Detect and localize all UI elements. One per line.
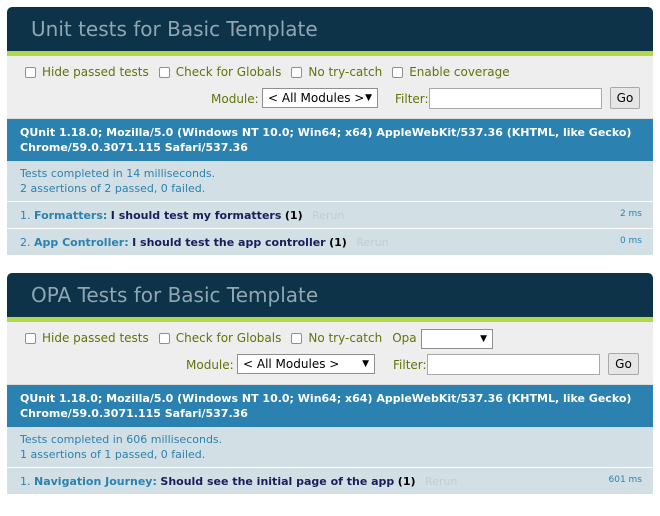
checkbox-box[interactable]: [25, 66, 36, 78]
test-module[interactable]: Navigation Journey:: [34, 475, 157, 488]
test-name[interactable]: I should test my formatters: [111, 209, 282, 222]
test-runtime: 0 ms: [619, 236, 642, 246]
test-results-summary: Tests completed in 14 milliseconds. 2 as…: [7, 161, 653, 202]
qunit-toolbar: Hide passed tests Check for Globals No t…: [7, 322, 653, 385]
assertion-count: (1): [329, 236, 347, 249]
rerun-link[interactable]: Rerun: [312, 209, 344, 222]
no-try-catch-checkbox[interactable]: No try-catch: [291, 331, 382, 345]
module-select[interactable]: < All Modules > ▼: [262, 88, 378, 108]
hide-passed-checkbox[interactable]: Hide passed tests: [25, 331, 149, 345]
filter-label: Filter:: [393, 358, 427, 372]
suite-title[interactable]: OPA Tests for Basic Template: [31, 283, 318, 307]
user-agent: QUnit 1.18.0; Mozilla/5.0 (Windows NT 10…: [7, 119, 653, 161]
test-row[interactable]: 1. Formatters: I should test my formatte…: [7, 202, 653, 229]
checkbox-box[interactable]: [392, 66, 404, 78]
assertion-count: (1): [284, 209, 303, 222]
enable-coverage-checkbox[interactable]: Enable coverage: [392, 65, 510, 79]
test-module[interactable]: App Controller:: [34, 236, 129, 249]
rerun-link[interactable]: Rerun: [425, 475, 457, 488]
check-globals-checkbox[interactable]: Check for Globals: [158, 331, 281, 345]
rerun-link[interactable]: Rerun: [356, 236, 388, 249]
go-button[interactable]: Go: [610, 87, 640, 109]
no-try-catch-checkbox[interactable]: No try-catch: [291, 65, 382, 79]
checkbox-box[interactable]: [25, 332, 36, 344]
test-results-summary: Tests completed in 606 milliseconds. 1 a…: [7, 427, 653, 468]
suite-header: OPA Tests for Basic Template: [7, 273, 653, 322]
checkbox-box[interactable]: [158, 332, 170, 344]
test-name[interactable]: I should test the app controller: [132, 236, 325, 249]
go-button[interactable]: Go: [608, 353, 639, 375]
test-row[interactable]: 2. App Controller: I should test the app…: [7, 229, 653, 256]
filter-input[interactable]: [429, 88, 602, 109]
opa-test-panel: OPA Tests for Basic Template Hide passed…: [7, 273, 653, 495]
dropdown-arrow-icon: ▼: [480, 334, 487, 344]
module-label: Module:: [211, 92, 259, 106]
user-agent: QUnit 1.18.0; Mozilla/5.0 (Windows NT 10…: [7, 385, 653, 427]
checkbox-box[interactable]: [291, 332, 303, 344]
test-runtime: 601 ms: [608, 475, 643, 485]
module-label: Module:: [186, 358, 234, 372]
assertion-count: (1): [397, 475, 416, 488]
qunit-toolbar: Hide passed tests Check for Globals No t…: [7, 56, 653, 119]
filter-input[interactable]: [427, 354, 600, 375]
checkbox-box[interactable]: [158, 66, 170, 78]
test-module[interactable]: Formatters:: [34, 209, 107, 222]
module-select[interactable]: < All Modules > ▼: [237, 354, 375, 374]
unit-test-panel: Unit tests for Basic Template Hide passe…: [7, 7, 653, 256]
hide-passed-checkbox[interactable]: Hide passed tests: [25, 65, 149, 79]
checkbox-box[interactable]: [291, 66, 303, 78]
opa-speed-select[interactable]: ▼: [421, 329, 493, 349]
test-row[interactable]: 1. Navigation Journey: Should see the in…: [7, 468, 653, 495]
suite-title[interactable]: Unit tests for Basic Template: [31, 17, 318, 41]
dropdown-arrow-icon: ▼: [362, 359, 369, 369]
suite-header: Unit tests for Basic Template: [7, 7, 653, 56]
filter-label: Filter:: [395, 92, 429, 106]
check-globals-checkbox[interactable]: Check for Globals: [158, 65, 281, 79]
dropdown-arrow-icon: ▼: [365, 93, 372, 103]
test-name[interactable]: Should see the initial page of the app: [160, 475, 394, 488]
test-runtime: 2 ms: [619, 209, 642, 219]
